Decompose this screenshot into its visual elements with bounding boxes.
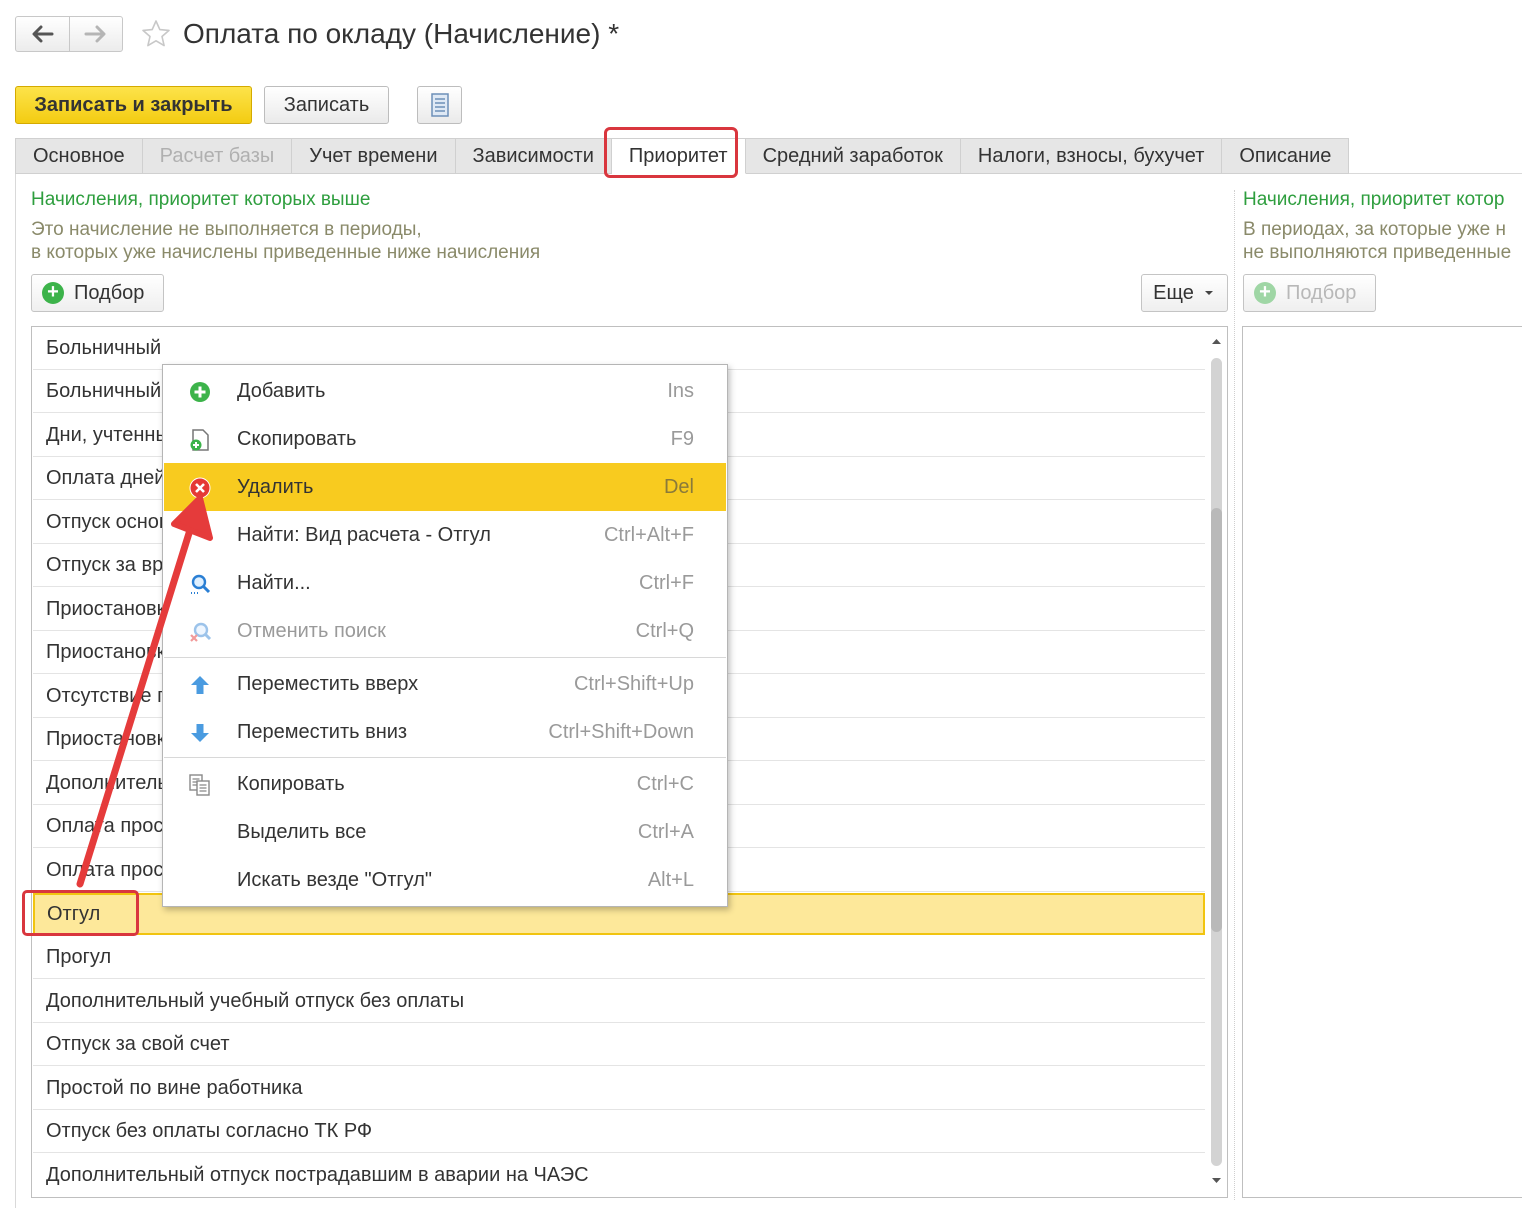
menu-separator — [164, 657, 726, 658]
arrow-left-icon — [32, 25, 54, 43]
tab-main[interactable]: Основное — [15, 138, 143, 174]
more-button[interactable]: Еще — [1141, 274, 1228, 312]
right-pick-button: + Подбор — [1243, 274, 1376, 312]
menu-item-label: Переместить вниз — [237, 721, 408, 743]
menu-separator — [164, 757, 726, 758]
chevron-down-icon — [1204, 291, 1213, 295]
history-nav — [15, 16, 123, 52]
scroll-up-icon[interactable] — [1210, 336, 1223, 346]
list-item[interactable]: Простой по вине работника — [33, 1067, 1205, 1110]
menu-item-move-down[interactable]: Переместить вниз Ctrl+Shift+Down — [164, 708, 726, 756]
plus-icon: + — [1254, 282, 1276, 304]
menu-item-shortcut: Ctrl+C — [636, 773, 694, 795]
tab-average-earnings[interactable]: Средний заработок — [745, 138, 961, 174]
copy-doc-icon — [190, 429, 209, 451]
right-priority-list — [1242, 326, 1522, 1198]
menu-item-label: Копировать — [237, 773, 345, 795]
menu-item-cancel-search: Отменить поиск Ctrl+Q — [164, 607, 726, 655]
menu-item-label: Искать везде "Отгул" — [237, 869, 432, 891]
scrollbar-thumb[interactable] — [1211, 508, 1222, 932]
list-item[interactable]: Дополнительный учебный отпуск без оплаты — [33, 980, 1205, 1023]
back-button[interactable] — [16, 17, 69, 51]
list-item[interactable]: Отпуск за свой счет — [33, 1023, 1205, 1066]
delete-icon — [189, 477, 211, 499]
tab-bar: Основное Расчет базы Учет времени Зависи… — [15, 138, 1350, 174]
menu-item-shortcut: Ctrl+Shift+Up — [573, 673, 694, 695]
more-label: Еще — [1153, 281, 1194, 304]
list-button[interactable] — [417, 86, 462, 124]
tab-dependencies[interactable]: Зависимости — [455, 138, 612, 174]
arrow-up-icon — [191, 676, 209, 694]
menu-item-shortcut: Ctrl+Alt+F — [603, 524, 694, 546]
menu-item-duplicate[interactable]: Скопировать F9 — [164, 415, 726, 463]
menu-item-shortcut: F9 — [670, 428, 694, 450]
tab-taxes[interactable]: Налоги, взносы, бухучет — [960, 138, 1223, 174]
list-item[interactable]: Дополнительный отпуск пострадавшим в ава… — [33, 1154, 1205, 1197]
menu-item-label: Отменить поиск — [237, 620, 386, 642]
right-panel-desc-1: В периодах, за которые уже н — [1243, 219, 1506, 240]
tab-base-calc: Расчет базы — [142, 138, 293, 174]
menu-item-shortcut: Alt+L — [647, 869, 694, 891]
search-icon — [191, 574, 211, 594]
selected-row-highlight — [22, 890, 139, 936]
pick-label: Подбор — [74, 281, 145, 304]
list-item[interactable]: Прогул — [33, 936, 1205, 979]
menu-item-shortcut: Ctrl+Shift+Down — [548, 721, 694, 743]
context-menu: Добавить Ins Скопировать F9 Удалить Del … — [162, 364, 728, 907]
pick-button[interactable]: + Подбор — [31, 274, 164, 312]
menu-item-delete[interactable]: Удалить Del — [164, 463, 726, 511]
arrow-right-icon — [84, 25, 106, 43]
left-panel-desc-2: в которых уже начислены приведенные ниже… — [31, 242, 541, 263]
left-panel-title: Начисления, приоритет которых выше — [31, 189, 371, 210]
menu-item-select-all[interactable]: Выделить все Ctrl+A — [164, 808, 726, 856]
cancel-search-icon — [190, 622, 212, 642]
menu-item-label: Удалить — [237, 476, 314, 498]
menu-item-label: Найти... — [237, 572, 311, 594]
menu-item-label: Выделить все — [237, 821, 367, 843]
tab-time-accounting[interactable]: Учет времени — [292, 138, 456, 174]
right-panel-title: Начисления, приоритет котор — [1243, 189, 1505, 210]
menu-item-label: Найти: Вид расчета - Отгул — [237, 524, 491, 546]
menu-item-shortcut: Ctrl+F — [639, 572, 694, 594]
menu-item-shortcut: Ins — [667, 380, 694, 402]
page-title: Оплата по окладу (Начисление) * — [183, 18, 620, 49]
scroll-down-icon[interactable] — [1210, 1176, 1223, 1186]
menu-item-copy[interactable]: Копировать Ctrl+C — [164, 760, 726, 808]
menu-item-move-up[interactable]: Переместить вверх Ctrl+Shift+Up — [164, 660, 726, 708]
document-list-icon — [430, 93, 449, 117]
add-icon — [190, 382, 210, 402]
arrow-down-icon — [191, 724, 209, 742]
save-and-close-button[interactable]: Записать и закрыть — [15, 86, 252, 124]
menu-item-shortcut: Ctrl+Q — [635, 620, 694, 642]
tab-description[interactable]: Описание — [1222, 138, 1350, 174]
tab-priority[interactable]: Приоритет — [611, 138, 746, 174]
right-pick-label: Подбор — [1286, 281, 1357, 304]
clipboard-copy-icon — [189, 774, 210, 796]
menu-item-shortcut: Del — [663, 476, 694, 498]
menu-item-find-value[interactable]: Найти: Вид расчета - Отгул Ctrl+Alt+F — [164, 511, 726, 559]
save-button[interactable]: Записать — [264, 86, 389, 124]
menu-item-label: Добавить — [237, 380, 326, 402]
forward-button[interactable] — [68, 17, 123, 51]
right-panel-desc-2: не выполняются приведенные — [1243, 242, 1512, 263]
favorite-star-icon[interactable] — [140, 18, 172, 50]
list-item[interactable]: Отпуск без оплаты согласно ТК РФ — [33, 1110, 1205, 1153]
left-panel-desc-1: Это начисление не выполняется в периоды, — [31, 219, 422, 240]
menu-item-label: Скопировать — [237, 428, 357, 450]
menu-item-label: Переместить вверх — [237, 673, 419, 695]
menu-item-find[interactable]: Найти... Ctrl+F — [164, 559, 726, 607]
menu-item-search-everywhere[interactable]: Искать везде "Отгул" Alt+L — [164, 856, 726, 904]
panel-divider — [1234, 190, 1235, 1200]
menu-item-add[interactable]: Добавить Ins — [164, 367, 726, 415]
plus-icon: + — [42, 282, 64, 304]
menu-item-shortcut: Ctrl+A — [637, 821, 694, 843]
